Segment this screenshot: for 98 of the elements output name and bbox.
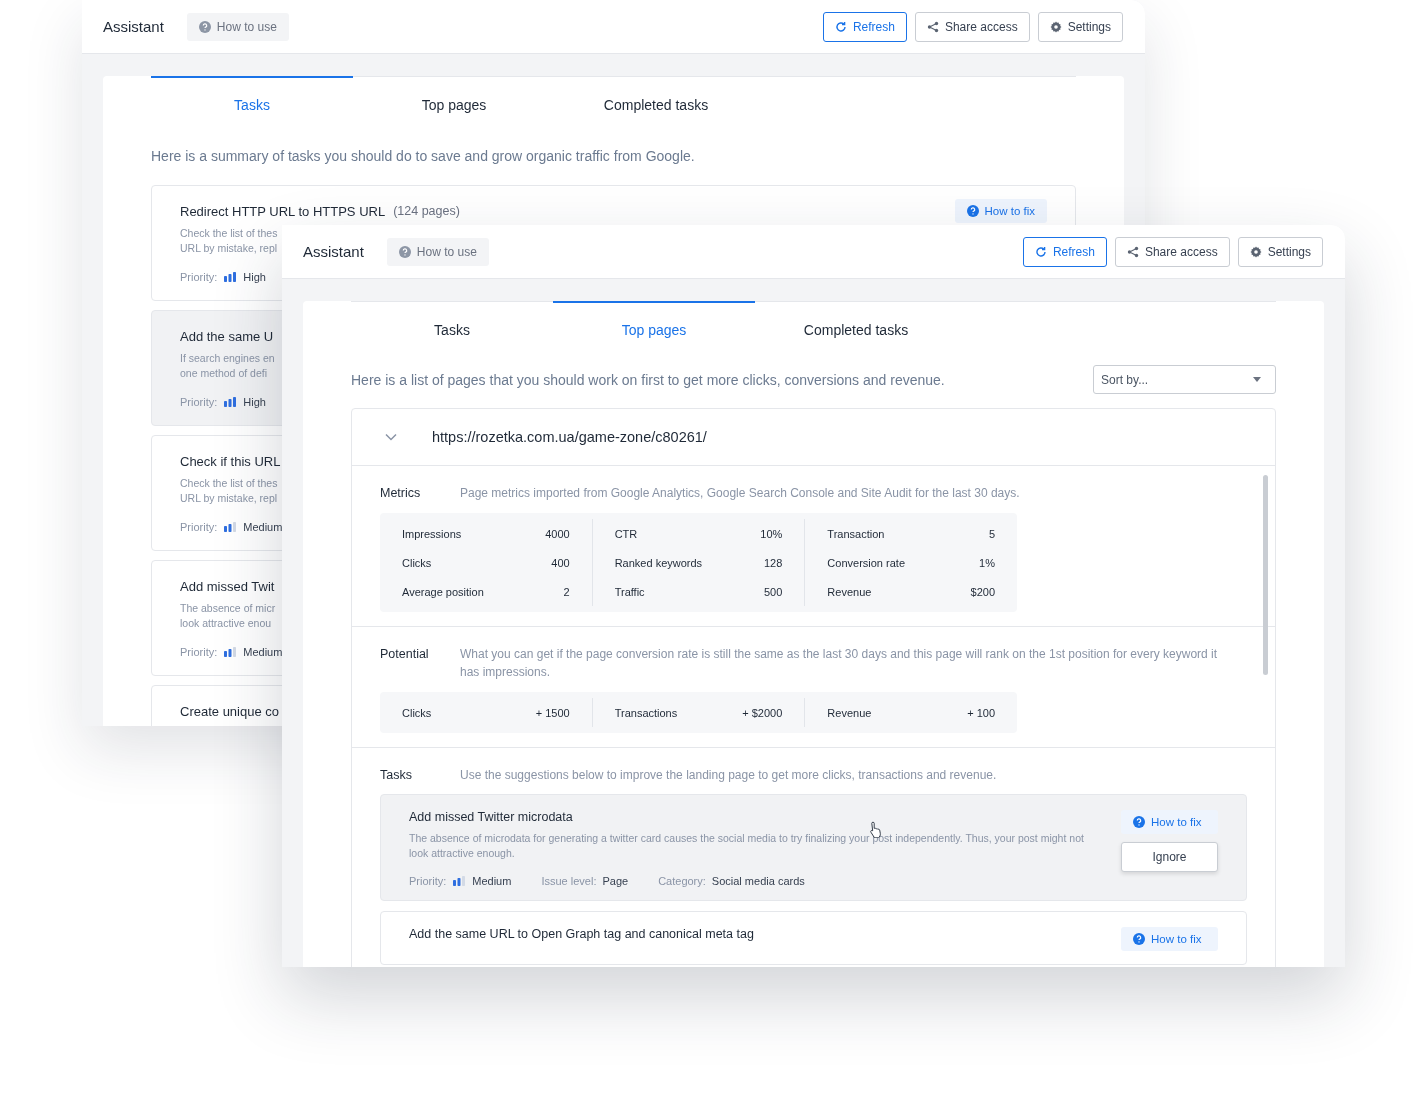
caret-icon [1253,377,1261,382]
section-label: Tasks [380,767,413,784]
meta-label: Category: [658,875,706,887]
tab[interactable]: Tasks [151,76,353,132]
meta-label: Priority: [409,875,447,887]
metric-value: + $2000 [742,706,783,719]
help-icon [398,245,411,258]
task-title: Redirect HTTP URL to HTTPS URL [180,203,386,219]
metric-name: Clicks [402,556,432,569]
intro-text: Here is a list of pages that you should work on first to get more clicks, conversions and revenue. [351,370,945,390]
section-description: Use the suggestions below to improve the landing page to get more clicks, transactions and revenue. [460,767,997,784]
task-description: Check the list of thes [180,226,278,241]
task-title: Add missed Twitter microdata [409,810,574,824]
priority-label: Priority: [180,396,218,408]
section-description: What you can get if the page conversion rate is still the same as the last 30 days and this page will rank on the 1st position for every keyword it has impressions. [460,646,1219,681]
metric-name: Conversion rate [827,556,905,569]
intro-text: Here is a summary of tasks you should do to save and grow organic traffic from Google. [151,147,696,166]
share-icon [926,20,939,33]
priority-value: Medium [243,646,283,658]
section-label: Potential [380,646,430,663]
metric-name: Revenue [827,585,872,598]
how-to-fix-button[interactable]: How to fix [1121,927,1218,951]
tab[interactable]: Top pages [353,76,555,132]
metric-value: + 1500 [535,706,570,719]
how-to-use-button[interactable]: How to use [186,12,289,41]
task-title: Add the same U [180,328,274,344]
task-description: Check the list of thes [180,476,278,491]
task-title: Add missed Twit [180,578,275,594]
section-description: Page metrics imported from Google Analytics, Google Search Console and Site Audit for the last 30 days. [460,485,1020,502]
priority-label: Priority: [180,521,218,533]
settings-button[interactable]: Settings [1037,11,1123,42]
task-description: URL by mistake, repl [180,241,278,256]
tab[interactable]: Completed tasks [755,301,957,357]
window-title: Assistant [103,18,164,35]
metric-name: Traffic [614,585,645,598]
section-label: Metrics [380,485,422,502]
share-access-button[interactable]: Share access [914,11,1030,42]
share-access-button[interactable]: Share access [1114,236,1230,267]
metric-value: 128 [764,556,783,569]
window-title: Assistant [303,243,364,260]
metric-name: Ranked keywords [614,556,703,569]
settings-button[interactable]: Settings [1237,236,1323,267]
refresh-button[interactable]: Refresh [822,11,907,42]
scrollbar-thumb[interactable] [1263,475,1268,675]
meta-value: Page [602,875,629,887]
metric-value: 4000 [545,527,570,540]
task-description: If search engines en [180,351,275,366]
tab[interactable]: Completed tasks [555,76,757,132]
metric-name: Average position [402,585,484,598]
settings-icon [1049,20,1062,33]
task-description: URL by mistake, repl [180,491,278,506]
help-icon [198,20,211,33]
meta-value: Medium [472,875,512,887]
sort-select[interactable]: Sort by... [1093,365,1276,394]
priority-label: Priority: [180,271,218,283]
task-title: Check if this URL [180,453,281,469]
page-url: https://rozetka.com.ua/game-zone/c80261/ [432,429,707,445]
meta-label: Issue level: [541,875,597,887]
metric-name: Transactions [614,706,678,719]
help-icon [1133,816,1145,828]
metric-name: Transaction [827,527,885,540]
metric-value: 2 [563,585,570,598]
metric-name: Clicks [402,706,432,719]
how-to-fix-button[interactable]: How to fix [954,199,1047,223]
task-description: The absence of micr [180,601,276,616]
help-icon [966,205,979,217]
meta-value: Social media cards [711,875,805,887]
page-count: (124 pages) [393,204,460,218]
metric-value: 400 [551,556,570,569]
how-to-fix-button[interactable]: How to fix [1121,810,1218,834]
ignore-button[interactable]: Ignore [1121,842,1218,872]
metric-value: + 100 [967,706,995,719]
metric-name: Impressions [402,527,462,540]
share-icon [1126,245,1139,258]
metric-value: $200 [970,585,995,598]
refresh-icon [834,20,847,33]
task-description: look attractive enou [180,616,272,631]
tab[interactable]: Top pages [553,301,755,357]
metric-name: CTR [614,527,638,540]
priority-value: Medium [243,521,283,533]
task-title: Create unique co [180,703,279,719]
refresh-button[interactable]: Refresh [1022,236,1107,267]
settings-icon [1249,245,1262,258]
chevron-icon[interactable] [385,433,397,441]
metric-value: 500 [764,585,783,598]
priority-value: High [243,396,266,408]
help-icon [1133,933,1145,945]
metric-value: 5 [988,527,995,540]
metric-value: 10% [760,527,783,540]
priority-label: Priority: [180,646,218,658]
refresh-icon [1034,245,1047,258]
task-description: one method of defi [180,366,267,381]
tab[interactable]: Tasks [351,301,553,357]
how-to-use-button[interactable]: How to use [386,237,489,266]
task-title: Add the same URL to Open Graph tag and canonical meta tag [409,927,755,941]
metric-name: Revenue [827,706,872,719]
priority-value: High [243,271,266,283]
metric-value: 1% [979,556,995,569]
